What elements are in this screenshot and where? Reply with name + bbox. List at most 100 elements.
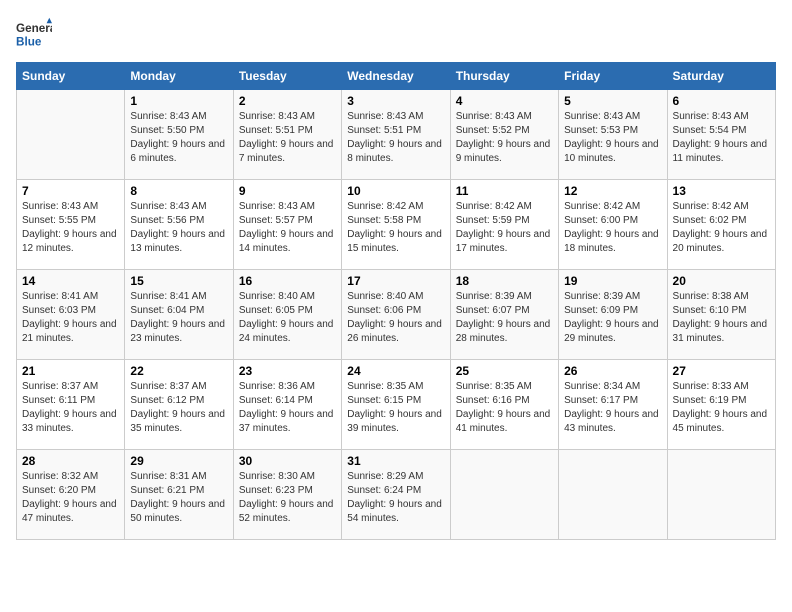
day-number: 19 xyxy=(564,274,661,288)
day-info: Sunrise: 8:36 AMSunset: 6:14 PMDaylight:… xyxy=(239,380,336,436)
day-info: Sunrise: 8:32 AMSunset: 6:20 PMDaylight:… xyxy=(22,470,119,526)
day-number: 7 xyxy=(22,184,119,198)
column-header-tuesday: Tuesday xyxy=(233,63,341,90)
day-number: 17 xyxy=(347,274,444,288)
calendar-cell: 31 Sunrise: 8:29 AMSunset: 6:24 PMDayligh… xyxy=(342,450,450,540)
day-info: Sunrise: 8:42 AMSunset: 5:58 PMDaylight:… xyxy=(347,200,444,256)
calendar-cell: 28 Sunrise: 8:32 AMSunset: 6:20 PMDayligh… xyxy=(17,450,125,540)
calendar-cell: 14 Sunrise: 8:41 AMSunset: 6:03 PMDayligh… xyxy=(17,270,125,360)
calendar-cell: 15 Sunrise: 8:41 AMSunset: 6:04 PMDayligh… xyxy=(125,270,233,360)
column-header-sunday: Sunday xyxy=(17,63,125,90)
day-number: 1 xyxy=(130,94,227,108)
day-number: 21 xyxy=(22,364,119,378)
day-info: Sunrise: 8:40 AMSunset: 6:06 PMDaylight:… xyxy=(347,290,444,346)
day-info: Sunrise: 8:43 AMSunset: 5:50 PMDaylight:… xyxy=(130,110,227,166)
logo-icon: General Blue xyxy=(16,16,52,52)
day-info: Sunrise: 8:43 AMSunset: 5:57 PMDaylight:… xyxy=(239,200,336,256)
day-number: 14 xyxy=(22,274,119,288)
calendar-cell: 29 Sunrise: 8:31 AMSunset: 6:21 PMDayligh… xyxy=(125,450,233,540)
calendar-cell: 3 Sunrise: 8:43 AMSunset: 5:51 PMDaylight… xyxy=(342,90,450,180)
calendar-cell: 7 Sunrise: 8:43 AMSunset: 5:55 PMDaylight… xyxy=(17,180,125,270)
day-number: 10 xyxy=(347,184,444,198)
day-info: Sunrise: 8:43 AMSunset: 5:55 PMDaylight:… xyxy=(22,200,119,256)
calendar-cell: 12Sunrise: 8:42 AMSunset: 6:00 PMDayligh… xyxy=(559,180,667,270)
day-info: Sunrise: 8:43 AMSunset: 5:56 PMDaylight:… xyxy=(130,200,227,256)
calendar-cell: 18Sunrise: 8:39 AMSunset: 6:07 PMDayligh… xyxy=(450,270,558,360)
day-info: Sunrise: 8:37 AMSunset: 6:11 PMDaylight:… xyxy=(22,380,119,436)
day-number: 4 xyxy=(456,94,553,108)
day-info: Sunrise: 8:31 AMSunset: 6:21 PMDaylight:… xyxy=(130,470,227,526)
day-number: 5 xyxy=(564,94,661,108)
calendar-cell: 8 Sunrise: 8:43 AMSunset: 5:56 PMDaylight… xyxy=(125,180,233,270)
day-info: Sunrise: 8:35 AMSunset: 6:15 PMDaylight:… xyxy=(347,380,444,436)
day-info: Sunrise: 8:40 AMSunset: 6:05 PMDaylight:… xyxy=(239,290,336,346)
calendar-cell: 24 Sunrise: 8:35 AMSunset: 6:15 PMDayligh… xyxy=(342,360,450,450)
calendar-cell: 20Sunrise: 8:38 AMSunset: 6:10 PMDayligh… xyxy=(667,270,775,360)
calendar-cell: 25 Sunrise: 8:35 AMSunset: 6:16 PMDayligh… xyxy=(450,360,558,450)
day-number: 29 xyxy=(130,454,227,468)
day-number: 25 xyxy=(456,364,553,378)
calendar-cell: 26 Sunrise: 8:34 AMSunset: 6:17 PMDayligh… xyxy=(559,360,667,450)
day-info: Sunrise: 8:43 AMSunset: 5:53 PMDaylight:… xyxy=(564,110,661,166)
column-header-monday: Monday xyxy=(125,63,233,90)
day-info: Sunrise: 8:43 AMSunset: 5:51 PMDaylight:… xyxy=(239,110,336,166)
day-info: Sunrise: 8:35 AMSunset: 6:16 PMDaylight:… xyxy=(456,380,553,436)
column-header-saturday: Saturday xyxy=(667,63,775,90)
day-info: Sunrise: 8:43 AMSunset: 5:54 PMDaylight:… xyxy=(673,110,770,166)
day-number: 27 xyxy=(673,364,770,378)
day-info: Sunrise: 8:39 AMSunset: 6:09 PMDaylight:… xyxy=(564,290,661,346)
day-number: 31 xyxy=(347,454,444,468)
day-number: 3 xyxy=(347,94,444,108)
day-number: 24 xyxy=(347,364,444,378)
day-number: 9 xyxy=(239,184,336,198)
day-info: Sunrise: 8:42 AMSunset: 6:00 PMDaylight:… xyxy=(564,200,661,256)
day-info: Sunrise: 8:43 AMSunset: 5:51 PMDaylight:… xyxy=(347,110,444,166)
calendar-cell xyxy=(559,450,667,540)
calendar-cell: 17 Sunrise: 8:40 AMSunset: 6:06 PMDayligh… xyxy=(342,270,450,360)
calendar-cell: 13 Sunrise: 8:42 AMSunset: 6:02 PMDayligh… xyxy=(667,180,775,270)
calendar-cell: 2 Sunrise: 8:43 AMSunset: 5:51 PMDaylight… xyxy=(233,90,341,180)
day-number: 2 xyxy=(239,94,336,108)
column-header-thursday: Thursday xyxy=(450,63,558,90)
calendar-cell: 22Sunrise: 8:37 AMSunset: 6:12 PMDayligh… xyxy=(125,360,233,450)
calendar-table: SundayMondayTuesdayWednesdayThursdayFrid… xyxy=(16,62,776,540)
day-number: 26 xyxy=(564,364,661,378)
day-info: Sunrise: 8:42 AMSunset: 6:02 PMDaylight:… xyxy=(673,200,770,256)
day-number: 8 xyxy=(130,184,227,198)
calendar-cell: 23 Sunrise: 8:36 AMSunset: 6:14 PMDayligh… xyxy=(233,360,341,450)
calendar-cell: 27 Sunrise: 8:33 AMSunset: 6:19 PMDayligh… xyxy=(667,360,775,450)
day-number: 6 xyxy=(673,94,770,108)
day-info: Sunrise: 8:30 AMSunset: 6:23 PMDaylight:… xyxy=(239,470,336,526)
day-info: Sunrise: 8:38 AMSunset: 6:10 PMDaylight:… xyxy=(673,290,770,346)
calendar-cell: 19 Sunrise: 8:39 AMSunset: 6:09 PMDayligh… xyxy=(559,270,667,360)
day-info: Sunrise: 8:29 AMSunset: 6:24 PMDaylight:… xyxy=(347,470,444,526)
day-info: Sunrise: 8:41 AMSunset: 6:04 PMDaylight:… xyxy=(130,290,227,346)
day-info: Sunrise: 8:43 AMSunset: 5:52 PMDaylight:… xyxy=(456,110,553,166)
day-number: 11 xyxy=(456,184,553,198)
svg-text:General: General xyxy=(16,22,52,35)
calendar-cell: 1 Sunrise: 8:43 AMSunset: 5:50 PMDaylight… xyxy=(125,90,233,180)
day-number: 28 xyxy=(22,454,119,468)
column-header-friday: Friday xyxy=(559,63,667,90)
day-number: 30 xyxy=(239,454,336,468)
calendar-cell: 10 Sunrise: 8:42 AMSunset: 5:58 PMDayligh… xyxy=(342,180,450,270)
day-number: 23 xyxy=(239,364,336,378)
day-info: Sunrise: 8:34 AMSunset: 6:17 PMDaylight:… xyxy=(564,380,661,436)
day-info: Sunrise: 8:42 AMSunset: 5:59 PMDaylight:… xyxy=(456,200,553,256)
svg-text:Blue: Blue xyxy=(16,36,42,49)
calendar-cell: 4 Sunrise: 8:43 AMSunset: 5:52 PMDaylight… xyxy=(450,90,558,180)
calendar-cell: 21 Sunrise: 8:37 AMSunset: 6:11 PMDayligh… xyxy=(17,360,125,450)
day-number: 16 xyxy=(239,274,336,288)
day-number: 22 xyxy=(130,364,227,378)
day-number: 18 xyxy=(456,274,553,288)
calendar-cell: 6 Sunrise: 8:43 AMSunset: 5:54 PMDaylight… xyxy=(667,90,775,180)
column-header-wednesday: Wednesday xyxy=(342,63,450,90)
calendar-cell xyxy=(17,90,125,180)
calendar-cell: 30 Sunrise: 8:30 AMSunset: 6:23 PMDayligh… xyxy=(233,450,341,540)
calendar-cell xyxy=(667,450,775,540)
calendar-cell: 11 Sunrise: 8:42 AMSunset: 5:59 PMDayligh… xyxy=(450,180,558,270)
day-number: 15 xyxy=(130,274,227,288)
day-info: Sunrise: 8:41 AMSunset: 6:03 PMDaylight:… xyxy=(22,290,119,346)
day-info: Sunrise: 8:33 AMSunset: 6:19 PMDaylight:… xyxy=(673,380,770,436)
day-number: 13 xyxy=(673,184,770,198)
